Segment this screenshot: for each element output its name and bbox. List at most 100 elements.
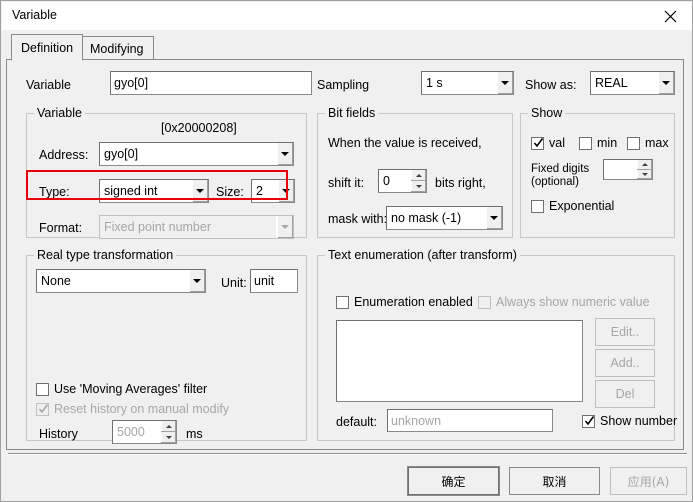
size-label: Size: [216, 185, 244, 199]
bits-right-label: bits right, [435, 176, 486, 190]
chevron-down-icon[interactable] [191, 180, 208, 202]
definition-tab-panel: Variable gyo[0] Sampling 1 s Show as: RE… [6, 59, 684, 450]
variable-input[interactable]: gyo[0] [110, 71, 312, 95]
spinner-down-icon[interactable] [161, 432, 176, 443]
chevron-down-icon[interactable] [657, 72, 674, 94]
spinner-down-icon[interactable] [411, 181, 426, 192]
variable-input-value: gyo[0] [114, 76, 149, 90]
sampling-combo-value: 1 s [426, 76, 443, 90]
edit-button: Edit.. [595, 318, 655, 346]
footer-separator [8, 453, 687, 455]
apply-button-label: 应用(A) [627, 474, 670, 489]
sampling-combo[interactable]: 1 s [421, 71, 514, 95]
history-units-label: ms [186, 427, 203, 441]
show-as-label: Show as: [525, 78, 577, 92]
bit-fields-intro: When the value is received, [328, 136, 482, 150]
fixed-digits-label-line1: Fixed digits [531, 163, 590, 175]
checkbox-moving-averages-label: Use 'Moving Averages' filter [54, 382, 208, 396]
checkbox-always-show-numeric-label: Always show numeric value [496, 295, 650, 309]
chevron-down-icon [276, 216, 293, 238]
checkbox-min[interactable]: min [579, 136, 617, 150]
fixed-digits-label-line2: (optional) [531, 176, 579, 188]
spinner-up-icon[interactable] [411, 170, 426, 181]
spinner-up-icon[interactable] [637, 160, 652, 170]
ok-button[interactable]: 确定 [408, 467, 499, 495]
mask-label: mask with: [328, 212, 388, 226]
text-enum-groupbox: Text enumeration (after transform) Enume… [317, 248, 677, 441]
history-spinner[interactable]: 5000 [112, 420, 177, 444]
title-bar: Variable [2, 2, 692, 31]
type-label: Type: [39, 185, 70, 199]
bit-fields-groupbox: Bit fields When the value is received, s… [317, 106, 513, 238]
add-button-label: Add.. [610, 356, 640, 370]
show-as-combo[interactable]: REAL [590, 71, 675, 95]
apply-button: 应用(A) [610, 467, 687, 495]
checkbox-show-number[interactable]: Show number [582, 414, 677, 428]
default-label: default: [336, 415, 378, 429]
chevron-down-icon[interactable] [485, 207, 502, 229]
show-groupbox-title: Show [528, 106, 566, 120]
tab-modifying[interactable]: Modifying [80, 36, 154, 60]
checkbox-enumeration-enabled[interactable]: Enumeration enabled [336, 295, 473, 309]
checkbox-val-box[interactable] [531, 136, 544, 150]
cancel-button[interactable]: 取消 [509, 467, 600, 495]
show-as-combo-value: REAL [595, 76, 628, 90]
history-spinner-buttons[interactable] [160, 421, 176, 443]
checkbox-moving-averages-box[interactable] [36, 382, 49, 396]
mask-combo[interactable]: no mask (-1) [386, 206, 503, 230]
checkbox-max-box[interactable] [627, 136, 640, 150]
address-combo[interactable]: gyo[0] [99, 142, 294, 166]
fixed-digits-spinner[interactable] [603, 159, 653, 180]
checkbox-moving-averages[interactable]: Use 'Moving Averages' filter [36, 382, 207, 396]
checkbox-exponential[interactable]: Exponential [531, 199, 614, 213]
unit-input[interactable]: unit [250, 269, 298, 293]
del-button: Del [595, 380, 655, 408]
chevron-down-icon[interactable] [496, 72, 513, 94]
shift-spinner-buttons[interactable] [410, 170, 426, 192]
window-title: Variable [12, 8, 57, 22]
close-icon[interactable] [648, 2, 692, 30]
spinner-up-icon[interactable] [161, 421, 176, 432]
bit-fields-groupbox-title: Bit fields [325, 106, 379, 120]
default-input[interactable]: unknown [387, 409, 553, 432]
shift-spinner[interactable]: 0 [378, 169, 427, 193]
address-combo-value: gyo[0] [104, 147, 139, 161]
checkbox-always-show-numeric: Always show numeric value [478, 295, 650, 309]
spinner-down-icon[interactable] [637, 170, 652, 180]
chevron-down-icon[interactable] [277, 180, 294, 202]
size-combo[interactable]: 2 [251, 179, 295, 203]
transform-combo[interactable]: None [36, 269, 206, 293]
checkbox-min-box[interactable] [579, 136, 592, 150]
checkbox-enumeration-enabled-label: Enumeration enabled [354, 295, 473, 309]
cancel-button-label: 取消 [542, 474, 567, 489]
type-combo[interactable]: signed int [99, 179, 209, 203]
variable-dialog: Variable Definition Modifying Variable g… [0, 0, 693, 502]
unit-input-value: unit [254, 274, 275, 288]
checkbox-exponential-label: Exponential [549, 199, 615, 213]
real-type-groupbox-title: Real type transformation [34, 248, 177, 262]
history-spinner-value: 5000 [117, 425, 145, 439]
chevron-down-icon[interactable] [188, 270, 205, 292]
history-label: History [39, 427, 78, 441]
chevron-down-icon[interactable] [276, 143, 293, 165]
enumeration-listbox[interactable] [336, 320, 583, 402]
format-label: Format: [39, 221, 83, 235]
variable-label: Variable [26, 78, 71, 92]
checkbox-reset-history: Reset history on manual modify [36, 402, 229, 416]
shift-label: shift it: [328, 176, 365, 190]
ok-button-label: 确定 [441, 474, 466, 489]
checkbox-val[interactable]: val [531, 136, 565, 150]
checkbox-always-show-numeric-box [478, 295, 491, 309]
show-groupbox: Show val min max Fixed digits (optional) [520, 106, 675, 238]
tab-definition[interactable]: Definition [11, 34, 84, 61]
address-label: Address: [39, 148, 89, 162]
real-type-groupbox: Real type transformation None Unit: unit… [26, 248, 307, 444]
fixed-digits-spinner-buttons[interactable] [636, 160, 652, 179]
checkbox-exponential-box[interactable] [531, 199, 544, 213]
checkbox-enumeration-enabled-box[interactable] [336, 295, 349, 309]
checkbox-show-number-label: Show number [600, 414, 678, 428]
add-button: Add.. [595, 349, 655, 377]
checkbox-max-label: max [645, 136, 669, 150]
checkbox-max[interactable]: max [627, 136, 669, 150]
checkbox-show-number-box[interactable] [582, 414, 595, 428]
